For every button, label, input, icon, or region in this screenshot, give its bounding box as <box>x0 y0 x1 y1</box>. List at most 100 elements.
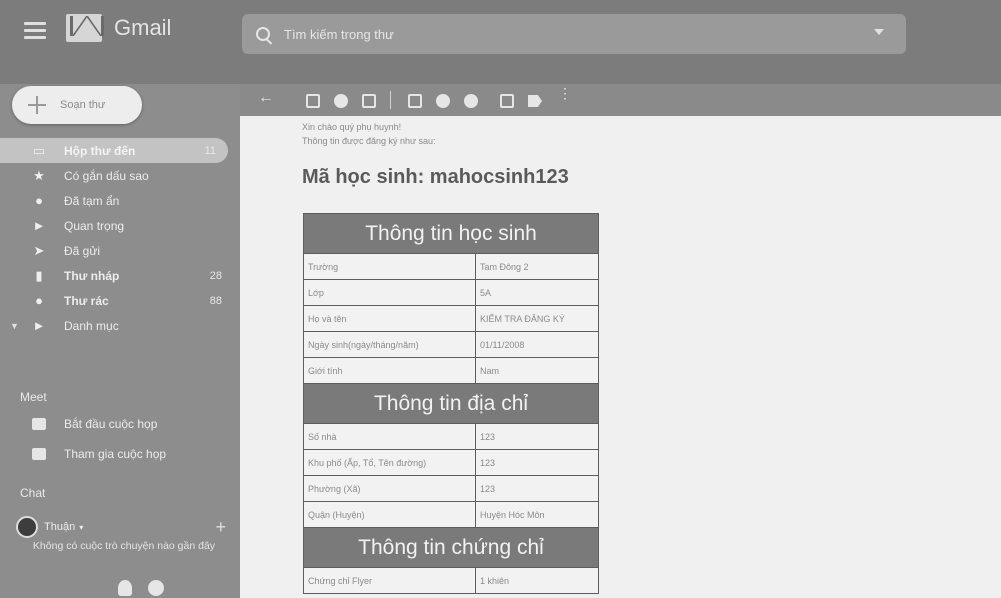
section-header-student: Thông tin học sinh <box>303 213 599 254</box>
chat-bubble-icon[interactable] <box>148 580 164 596</box>
search-icon[interactable] <box>256 27 270 41</box>
greeting-text: Xin chào quý phụ huynh! <box>302 122 402 132</box>
sidebar-item-label: Thư nháp <box>64 268 120 283</box>
field-value: Huyện Hóc Môn <box>475 501 599 528</box>
field-value: 01/11/2008 <box>475 331 599 358</box>
star-icon: ★ <box>33 167 45 183</box>
table-row: Giới tính Nam <box>303 357 599 384</box>
field-value: 123 <box>475 449 599 476</box>
registration-table: Thông tin học sinh Trường Tam Đông 2 Lớp 5… <box>303 213 599 594</box>
field-label: Quận (Huyện) <box>303 501 476 528</box>
send-icon: ➤ <box>33 242 45 258</box>
field-label: Chứng chỉ Flyer <box>303 567 476 594</box>
field-label: Phường (Xã) <box>303 475 476 502</box>
field-value: Nam <box>475 357 599 384</box>
gmail-m-icon <box>66 14 104 42</box>
add-task-icon[interactable] <box>464 94 478 108</box>
field-value: Tam Đông 2 <box>475 253 599 280</box>
label-icon: ► <box>32 318 46 333</box>
message-body: Xin chào quý phụ huynh! Thông tin được đ… <box>240 116 1001 598</box>
sidebar-item-important[interactable]: ► Quan trọng <box>0 213 240 238</box>
snooze-icon[interactable] <box>436 94 450 108</box>
plus-icon <box>28 96 46 114</box>
field-value: 5A <box>475 279 599 306</box>
toolbar-divider <box>390 91 391 109</box>
search-bar[interactable] <box>242 14 906 54</box>
keyboard-icon <box>32 448 46 460</box>
field-value: KIỂM TRA ĐĂNG KÝ <box>475 305 599 332</box>
search-input[interactable] <box>284 26 844 42</box>
table-row: Lớp 5A <box>303 279 599 306</box>
sidebar-item-sent[interactable]: ➤ Đã gửi <box>0 238 240 263</box>
table-row: Quận (Huyện) Huyện Hóc Môn <box>303 501 599 528</box>
field-label: Giới tính <box>303 357 476 384</box>
section-header-certificate: Thông tin chứng chỉ <box>303 527 599 568</box>
more-options-icon[interactable]: ⋮ <box>558 86 572 104</box>
greeting-block: Xin chào quý phụ huynh! Thông tin được đ… <box>302 120 436 148</box>
field-label: Số nhà <box>303 423 476 450</box>
sidebar: Soạn thư ▭ Hộp thư đến 11 ★ Có gắn dấu s… <box>0 84 240 598</box>
field-label: Trường <box>303 253 476 280</box>
sidebar-item-categories[interactable]: ▼ ► Danh mục <box>0 313 240 338</box>
sidebar-item-inbox[interactable]: ▭ Hộp thư đến 11 <box>0 138 228 163</box>
sidebar-item-starred[interactable]: ★ Có gắn dấu sao <box>0 163 240 188</box>
start-meeting-label: Bắt đầu cuộc họp <box>64 417 158 431</box>
spam-icon: ● <box>35 293 43 308</box>
archive-icon[interactable] <box>306 94 320 108</box>
inbox-icon: ▭ <box>32 142 46 158</box>
expand-arrow-icon[interactable]: ▼ <box>10 321 19 331</box>
sidebar-item-label: Quan trọng <box>64 218 125 233</box>
search-options-icon[interactable] <box>874 29 884 35</box>
add-chat-icon[interactable]: + <box>215 517 226 538</box>
nav-list: ▭ Hộp thư đến 11 ★ Có gắn dấu sao ● Đã t… <box>0 138 240 338</box>
sidebar-item-label: Hộp thư đến <box>64 143 136 158</box>
field-value: 123 <box>475 475 599 502</box>
chat-section-title: Chat <box>20 486 46 500</box>
field-label: Khu phố (Ấp, Tổ, Tên đường) <box>303 449 476 476</box>
join-meeting-label: Tham gia cuộc họp <box>64 447 167 461</box>
top-bar: Gmail <box>0 0 1001 84</box>
video-camera-icon <box>32 418 46 430</box>
delete-icon[interactable] <box>362 94 376 108</box>
bottom-icons <box>118 580 164 596</box>
table-row: Họ và tên KIỂM TRA ĐĂNG KÝ <box>303 305 599 332</box>
sidebar-item-label: Đã tạm ẩn <box>64 193 120 208</box>
sidebar-item-drafts[interactable]: ▮ Thư nháp 28 <box>0 263 240 288</box>
report-spam-icon[interactable] <box>334 94 348 108</box>
person-icon[interactable] <box>118 580 132 596</box>
table-row: Khu phố (Ấp, Tổ, Tên đường) 123 <box>303 449 599 476</box>
spam-count: 88 <box>209 294 222 307</box>
meet-section-title: Meet <box>20 390 47 404</box>
gmail-logo[interactable]: Gmail <box>66 14 171 42</box>
field-label: Họ và tên <box>303 305 476 332</box>
chat-empty-note: Không có cuộc trò chuyện nào gần đây <box>32 540 216 552</box>
join-meeting-button[interactable]: Tham gia cuộc họp <box>32 443 166 465</box>
field-label: Ngày sinh(ngày/tháng/năm) <box>303 331 476 358</box>
main-menu-icon[interactable] <box>24 22 46 40</box>
chat-user[interactable]: Thuận ▾ + <box>16 516 226 538</box>
sidebar-item-snoozed[interactable]: ● Đã tạm ẩn <box>0 188 240 213</box>
student-code-heading: Mã học sinh: mahocsinh123 <box>302 166 569 188</box>
sidebar-item-spam[interactable]: ● Thư rác 88 <box>0 288 240 313</box>
important-icon: ► <box>32 218 46 233</box>
chat-user-name: Thuận <box>44 521 76 533</box>
field-value: 123 <box>475 423 599 450</box>
compose-label: Soạn thư <box>60 99 106 111</box>
app-name: Gmail <box>114 15 172 40</box>
label-icon[interactable] <box>528 95 542 107</box>
table-row: Chứng chỉ Flyer 1 khiên <box>303 567 599 594</box>
back-arrow-icon[interactable]: ← <box>258 89 274 106</box>
table-row: Trường Tam Đông 2 <box>303 253 599 280</box>
field-label: Lớp <box>303 279 476 306</box>
table-row: Ngày sinh(ngày/tháng/năm) 01/11/2008 <box>303 331 599 358</box>
mark-unread-icon[interactable] <box>408 94 422 108</box>
start-meeting-button[interactable]: Bắt đầu cuộc họp <box>32 413 157 435</box>
chevron-down-icon[interactable]: ▾ <box>79 523 83 532</box>
sidebar-item-label: Thư rác <box>64 293 109 308</box>
avatar[interactable] <box>16 516 38 538</box>
move-to-icon[interactable] <box>500 94 514 108</box>
table-row: Số nhà 123 <box>303 423 599 450</box>
compose-button[interactable]: Soạn thư <box>12 86 142 124</box>
field-value: 1 khiên <box>475 567 599 594</box>
clock-icon: ● <box>35 193 43 208</box>
